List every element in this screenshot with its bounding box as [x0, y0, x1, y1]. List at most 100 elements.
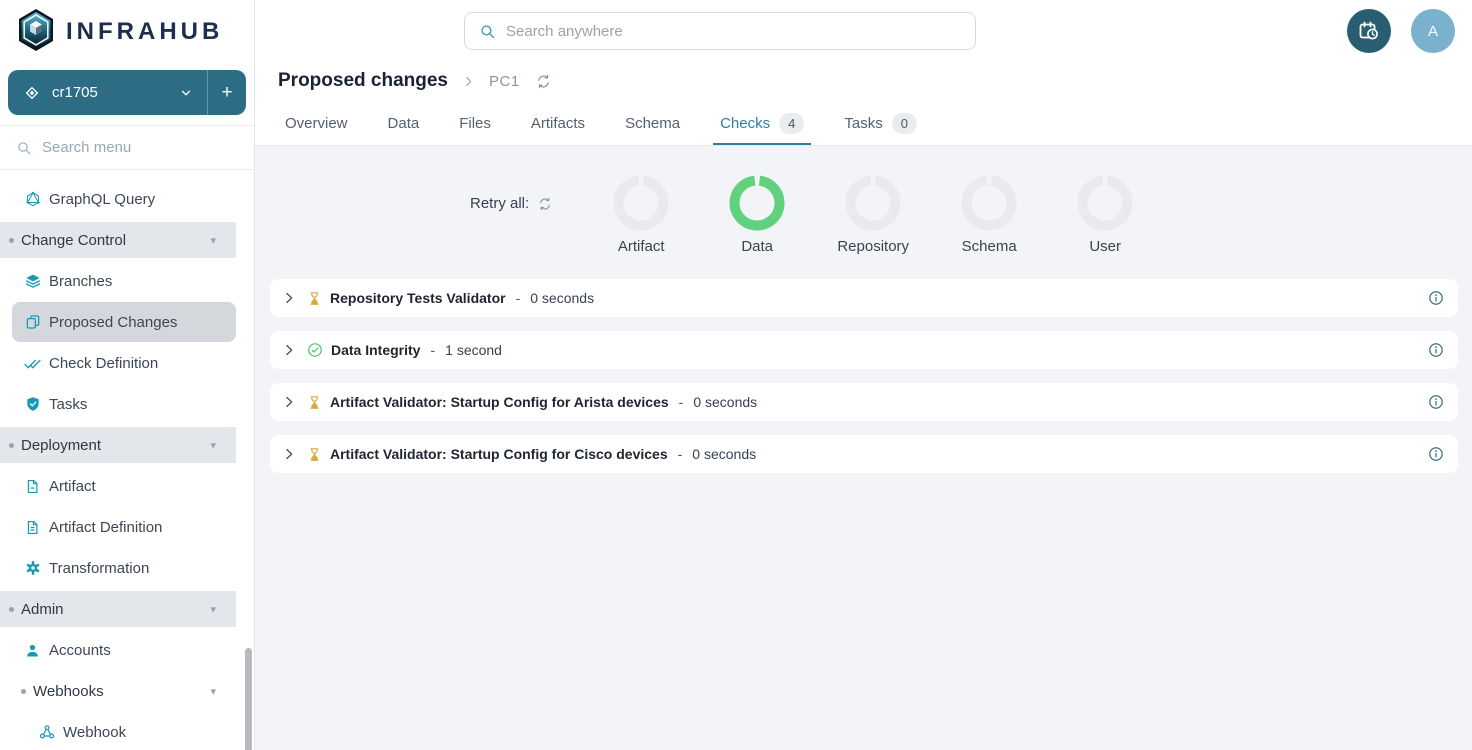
shield-check-icon [24, 396, 41, 413]
sidebar-section-deployment[interactable]: Deployment▾ [0, 427, 236, 463]
validator-row[interactable]: Data Integrity-1 second [270, 331, 1458, 369]
tab-overview[interactable]: Overview [278, 104, 355, 145]
chevron-down-icon: ▾ [210, 234, 236, 247]
sidebar: INFRAHUB cr1705 + GraphQL QueryChange Co… [0, 0, 255, 750]
infrahub-logo-icon [16, 8, 56, 57]
sidebar-item-artifact[interactable]: Artifact [0, 466, 236, 506]
progress-ring-icon [1077, 175, 1133, 231]
document-icon [24, 478, 41, 495]
check-ring-data[interactable]: Data [699, 175, 815, 255]
progress-ring-icon [613, 175, 669, 231]
chevron-right-icon [462, 75, 475, 88]
menu-search[interactable] [0, 126, 254, 170]
retry-all-refresh-icon[interactable] [538, 197, 552, 211]
search-icon [16, 140, 32, 156]
tab-bar: Overview Data Files Artifacts Schema Checks4 T… [278, 104, 1472, 145]
copy-icon [24, 314, 41, 331]
tab-tasks[interactable]: Tasks0 [837, 104, 924, 145]
info-icon[interactable] [1428, 446, 1444, 462]
user-icon [24, 642, 41, 659]
global-search[interactable] [464, 12, 976, 50]
check-ring-schema[interactable]: Schema [931, 175, 1047, 255]
check-circle-icon [307, 342, 323, 358]
avatar[interactable]: A [1411, 9, 1455, 53]
check-type-rings: ArtifactDataRepositorySchemaUser [583, 175, 1163, 255]
retry-row: Retry all: ArtifactDataRepositorySchemaU… [270, 146, 1458, 255]
check-ring-repository[interactable]: Repository [815, 175, 931, 255]
bullet-icon [9, 238, 14, 243]
sidebar-item-graphql-query[interactable]: GraphQL Query [0, 179, 236, 219]
retry-all: Retry all: [470, 195, 552, 212]
progress-ring-icon [729, 175, 785, 231]
branch-selector[interactable]: cr1705 + [8, 70, 246, 115]
expand-chevron-icon[interactable] [282, 447, 296, 461]
info-icon[interactable] [1428, 290, 1444, 306]
webhook-icon [38, 724, 55, 741]
validator-list: Repository Tests Validator-0 seconds Data… [270, 279, 1458, 473]
chevron-down-icon: ▾ [210, 603, 236, 616]
sidebar-section-change-control[interactable]: Change Control▾ [0, 222, 236, 258]
sidebar-scrollbar[interactable] [245, 648, 252, 750]
search-icon [479, 23, 496, 40]
topbar-actions: A [1347, 9, 1455, 53]
add-branch-button[interactable]: + [208, 70, 246, 115]
progress-ring-icon [961, 175, 1017, 231]
info-icon[interactable] [1428, 394, 1444, 410]
bullet-icon [9, 443, 14, 448]
check-ring-artifact[interactable]: Artifact [583, 175, 699, 255]
bullet-icon [21, 689, 26, 694]
info-icon[interactable] [1428, 342, 1444, 358]
sidebar-item-check-definition[interactable]: Check Definition [0, 343, 236, 383]
layers-icon [24, 273, 41, 290]
time-travel-button[interactable] [1347, 9, 1391, 53]
main-area: A Proposed changes PC1 Overview Data Files… [255, 0, 1472, 750]
tab-files[interactable]: Files [452, 104, 498, 145]
sidebar-item-tasks[interactable]: Tasks [0, 384, 236, 424]
sidebar-item-artifact-definition[interactable]: Artifact Definition [0, 507, 236, 547]
double-check-icon [24, 355, 41, 372]
tab-checks[interactable]: Checks4 [713, 104, 811, 145]
branch-icon [24, 85, 40, 101]
sidebar-section-admin[interactable]: Admin▾ [0, 591, 236, 627]
progress-ring-icon [845, 175, 901, 231]
branch-name: cr1705 [52, 84, 98, 101]
expand-chevron-icon[interactable] [282, 343, 296, 357]
hourglass-icon [307, 395, 322, 410]
menu-search-input[interactable] [42, 139, 212, 156]
tab-schema[interactable]: Schema [618, 104, 687, 145]
expand-chevron-icon[interactable] [282, 291, 296, 305]
validator-row[interactable]: Artifact Validator: Startup Config for C… [270, 435, 1458, 473]
checks-content: Retry all: ArtifactDataRepositorySchemaU… [255, 145, 1472, 750]
graphql-icon [24, 191, 41, 208]
sidebar-item-branches[interactable]: Branches [0, 261, 236, 301]
chevron-down-icon: ▾ [210, 685, 236, 698]
tab-data[interactable]: Data [381, 104, 427, 145]
global-search-input[interactable] [506, 23, 961, 40]
avatar-initial: A [1428, 23, 1438, 40]
infrahub-logo[interactable]: INFRAHUB [0, 0, 254, 62]
sidebar-menu: GraphQL QueryChange Control▾BranchesProp… [0, 170, 254, 750]
validator-row[interactable]: Repository Tests Validator-0 seconds [270, 279, 1458, 317]
bullet-icon [9, 607, 14, 612]
sidebar-item-transformation[interactable]: Transformation [0, 548, 236, 588]
validator-row[interactable]: Artifact Validator: Startup Config for A… [270, 383, 1458, 421]
logo-text: INFRAHUB [66, 18, 223, 46]
chevron-down-icon: ▾ [210, 439, 236, 452]
sidebar-item-accounts[interactable]: Accounts [0, 630, 236, 670]
gear-icon [24, 560, 41, 577]
sidebar-section-webhooks[interactable]: Webhooks▾ [0, 673, 236, 709]
breadcrumb: Proposed changes PC1 [278, 62, 1472, 100]
check-ring-user[interactable]: User [1047, 175, 1163, 255]
expand-chevron-icon[interactable] [282, 395, 296, 409]
topbar: A [255, 0, 1472, 62]
refresh-icon[interactable] [536, 74, 551, 89]
tab-badge: 0 [892, 113, 917, 134]
tab-artifacts[interactable]: Artifacts [524, 104, 592, 145]
document-lines-icon [24, 519, 41, 536]
sidebar-item-webhook[interactable]: Webhook [0, 712, 236, 750]
chevron-down-icon[interactable] [179, 86, 193, 100]
sidebar-item-proposed-changes[interactable]: Proposed Changes [12, 302, 236, 342]
breadcrumb-current: PC1 [489, 73, 520, 90]
hourglass-icon [307, 447, 322, 462]
retry-all-label: Retry all: [470, 195, 529, 212]
